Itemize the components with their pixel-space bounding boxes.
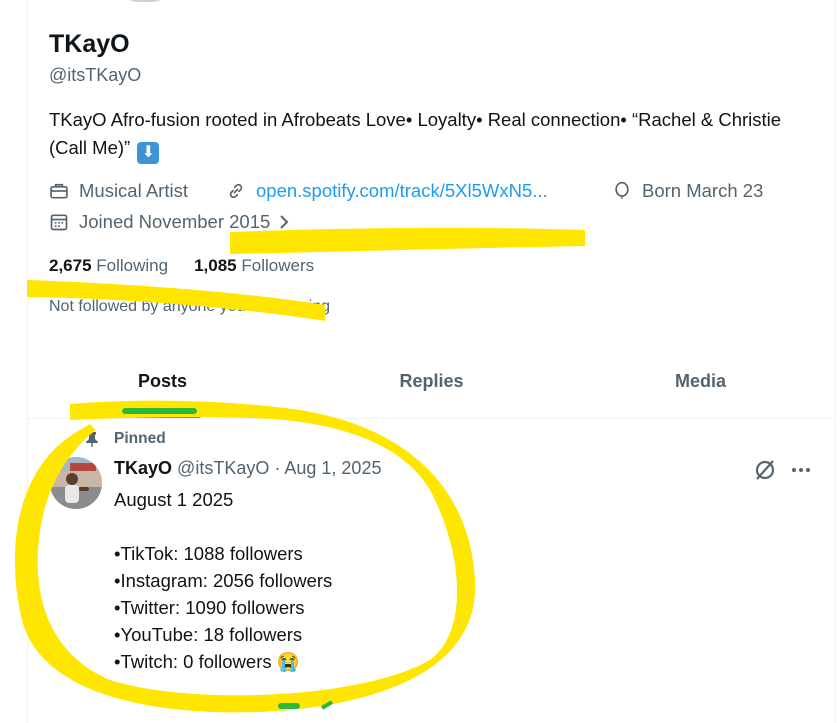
profile-tabs: Posts Replies Media (28, 340, 835, 419)
tab-posts[interactable]: Posts (28, 340, 297, 418)
following-count: 2,675 (49, 256, 92, 275)
pinned-label: Pinned (114, 430, 166, 447)
chevron-right-icon (280, 215, 289, 229)
post-separator: · (274, 458, 281, 478)
followers-link[interactable]: 1,085 Followers (194, 256, 314, 276)
post-line (114, 513, 332, 540)
post-author-handle[interactable]: @itsTKayO (177, 458, 269, 478)
post-line-last: •Twitch: 0 followers 😭 (114, 648, 332, 675)
profile-category: Musical Artist (49, 180, 188, 202)
balloon-icon (615, 181, 629, 199)
post-author-avatar[interactable] (50, 457, 102, 509)
tab-replies-label: Replies (399, 371, 464, 391)
tab-media[interactable]: Media (566, 340, 835, 418)
followers-label: Followers (241, 256, 315, 275)
avatar-photo (50, 457, 102, 509)
column-border-right (835, 0, 836, 723)
post-line: •Twitch: 0 followers (114, 651, 272, 672)
user-handle: @itsTKayO (49, 65, 142, 85)
crying-emoji: 😭 (276, 651, 300, 672)
grok-icon[interactable] (753, 458, 777, 482)
post-line: •Twitter: 1090 followers (114, 597, 305, 618)
followers-count: 1,085 (194, 256, 237, 275)
post-author-name[interactable]: TKayO (114, 458, 172, 478)
post-line: •YouTube: 18 followers (114, 624, 303, 645)
down-arrow-emoji: ⬇ (137, 142, 160, 164)
not-followed-note: Not followed by anyone you’re following (49, 298, 331, 315)
active-tab-indicator (124, 414, 201, 418)
profile-page: TKayO @itsTKayO TKayO Afro-fusion rooted… (0, 0, 840, 723)
green-mark-bottom (278, 703, 300, 709)
profile-joined[interactable]: Joined November 2015 (49, 211, 292, 233)
calendar-icon (50, 214, 68, 231)
post-line: •Instagram: 2056 followers (114, 570, 333, 591)
link-icon (229, 183, 243, 199)
website-link[interactable]: open.spotify.com/track/5Xl5WxN5... (256, 180, 548, 202)
green-mark-bottom-2 (320, 700, 334, 710)
follow-stats: 2,675 Following 1,085 Followers (49, 256, 314, 276)
pinned-indicator: Pinned (84, 430, 166, 448)
category-label: Musical Artist (79, 180, 188, 201)
bio: TKayO Afro-fusion rooted in Afrobeats Lo… (49, 106, 819, 164)
post-line: •TikTok: 1088 followers (114, 543, 303, 564)
post-line: August 1 2025 (114, 489, 234, 510)
tab-media-label: Media (674, 371, 726, 391)
display-name: TKayO (49, 30, 130, 58)
tab-posts-label: Posts (137, 371, 188, 391)
profile-link[interactable]: open.spotify.com/track/5Xl5WxN5... (226, 180, 548, 202)
post-date[interactable]: Aug 1, 2025 (284, 458, 381, 478)
joined-label: Joined November 2015 (79, 211, 271, 232)
briefcase-icon (50, 183, 68, 199)
birthday-label: Born March 23 (642, 180, 764, 201)
pin-icon (86, 432, 98, 447)
post-header: TKayO @itsTKayO · Aug 1, 2025 (114, 458, 381, 479)
post-body: August 1 2025 •TikTok: 1088 followers •I… (114, 486, 332, 675)
profile-birthday: Born March 23 (612, 180, 763, 202)
tab-replies[interactable]: Replies (297, 340, 566, 418)
following-label: Following (96, 256, 169, 275)
following-link[interactable]: 2,675 Following (49, 256, 168, 276)
profile-avatar[interactable] (110, 0, 180, 2)
more-icon[interactable] (789, 458, 813, 482)
